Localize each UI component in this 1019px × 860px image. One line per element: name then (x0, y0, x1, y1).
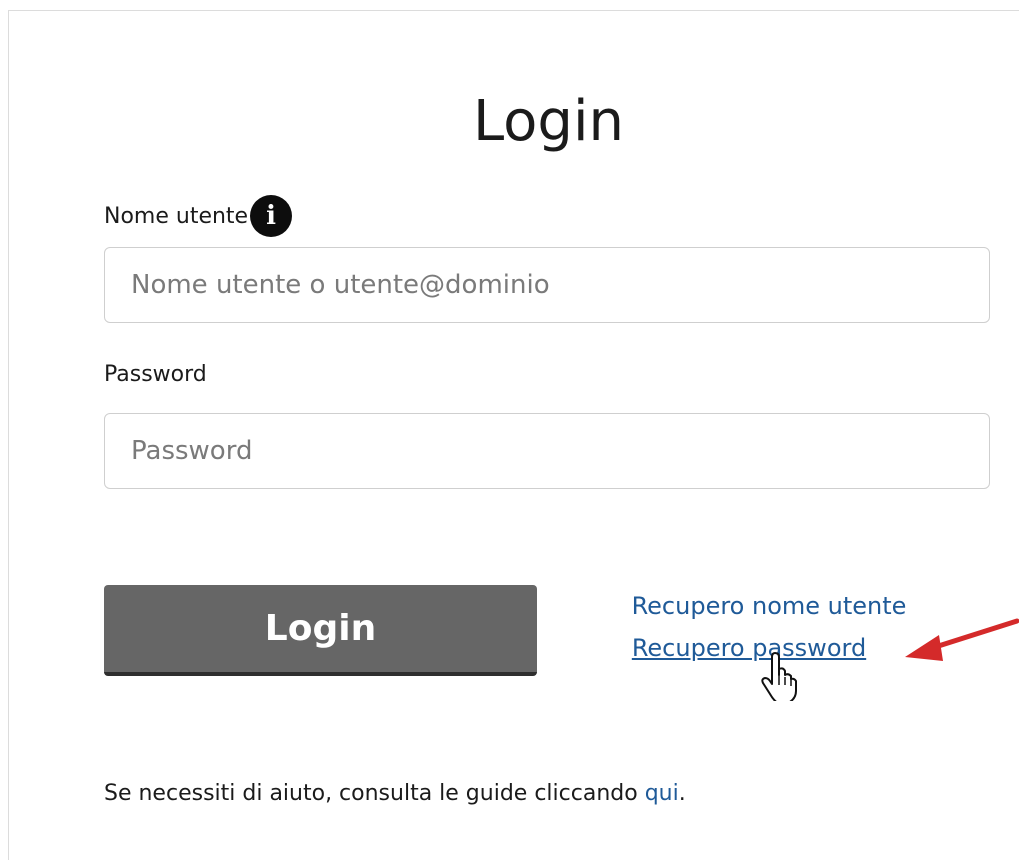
username-label-row: Nome utente i (104, 195, 293, 237)
help-prefix: Se necessiti di aiuto, consulta le guide… (104, 781, 645, 806)
password-input[interactable] (104, 413, 990, 489)
page-title: Login (472, 89, 625, 154)
hand-cursor-icon (761, 652, 797, 701)
arrow-icon (905, 618, 1019, 661)
login-button[interactable]: Login (104, 585, 537, 676)
login-card: Login Nome utente i Password Login Recup… (8, 10, 1019, 860)
recover-password-link[interactable]: Recupero password (549, 634, 949, 662)
help-text: Se necessiti di aiuto, consulta le guide… (104, 781, 686, 806)
help-suffix: . (678, 781, 686, 806)
help-link[interactable]: qui (645, 781, 679, 806)
username-label: Nome utente (104, 203, 249, 229)
username-input[interactable] (104, 247, 990, 323)
info-icon[interactable]: i (250, 195, 293, 237)
password-label: Password (104, 362, 207, 387)
